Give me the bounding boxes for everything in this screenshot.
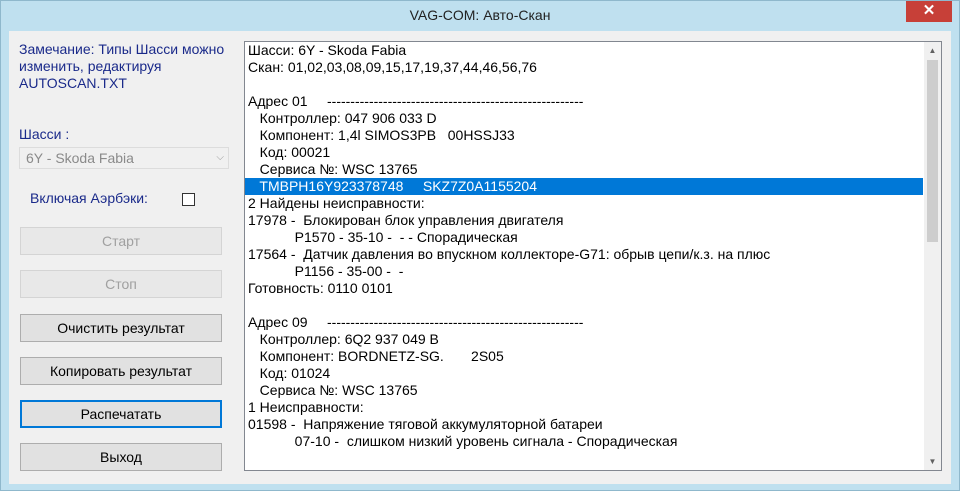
app-window: VAG-COM: Авто-Скан ✕ Замечание: Типы Шас… (0, 0, 960, 491)
clear-results-button[interactable]: Очистить результат (20, 314, 222, 342)
output-line[interactable] (245, 76, 923, 93)
scan-output-textbox[interactable]: Шасси: 6Y - Skoda Fabia Скан: 01,02,03,08… (244, 41, 942, 471)
output-line[interactable] (245, 297, 923, 314)
output-line[interactable]: Компонент: BORDNETZ-SG. 2S05 (245, 348, 923, 365)
airbag-label: Включая Аэрбэки: (30, 190, 148, 206)
airbag-checkbox[interactable] (182, 193, 195, 206)
output-line[interactable]: Сервиса №: WSC 13765 (245, 382, 923, 399)
chassis-note: Замечание: Типы Шасси можно изменить, ре… (19, 41, 225, 91)
chassis-select[interactable]: 6Y - Skoda Fabia ⌵ (19, 147, 229, 169)
output-line[interactable]: Код: 00021 (245, 144, 923, 161)
copy-results-button[interactable]: Копировать результат (20, 357, 222, 385)
output-line[interactable]: Адрес 09 -------------------------------… (245, 314, 923, 331)
scroll-thumb[interactable] (927, 60, 938, 242)
scroll-up-icon[interactable]: ▲ (924, 42, 941, 59)
client-area: Замечание: Типы Шасси можно изменить, ре… (9, 31, 951, 484)
output-line[interactable]: 01598 - Напряжение тяговой аккумуляторно… (245, 416, 923, 433)
output-line[interactable]: Шасси: 6Y - Skoda Fabia (245, 42, 923, 59)
output-line[interactable]: 07-10 - слишком низкий уровень сигнала -… (245, 433, 923, 450)
scan-output-lines: Шасси: 6Y - Skoda Fabia Скан: 01,02,03,08… (245, 42, 923, 450)
output-line[interactable]: P1570 - 35-10 - - - Спорадическая (245, 229, 923, 246)
output-line[interactable]: Готовность: 0110 0101 (245, 280, 923, 297)
output-line[interactable]: Адрес 01 -------------------------------… (245, 93, 923, 110)
output-line[interactable]: 17564 - Датчик давления во впускном колл… (245, 246, 923, 263)
print-button[interactable]: Распечатать (20, 400, 222, 428)
chassis-label: Шасси : (19, 126, 70, 142)
output-line[interactable]: P1156 - 35-00 - - (245, 263, 923, 280)
output-line[interactable]: Код: 01024 (245, 365, 923, 382)
chassis-select-value: 6Y - Skoda Fabia (26, 150, 134, 166)
vertical-scrollbar[interactable]: ▲ ▼ (924, 42, 941, 470)
output-line[interactable]: 1 Неисправности: (245, 399, 923, 416)
output-line[interactable]: Контроллер: 6Q2 937 049 B (245, 331, 923, 348)
output-line[interactable]: 17978 - Блокирован блок управления двига… (245, 212, 923, 229)
close-button[interactable]: ✕ (906, 1, 952, 22)
output-line[interactable]: Скан: 01,02,03,08,09,15,17,19,37,44,46,5… (245, 59, 923, 76)
start-button[interactable]: Старт (20, 227, 222, 255)
output-line[interactable]: 2 Найдены неисправности: (245, 195, 923, 212)
title-bar[interactable]: VAG-COM: Авто-Скан ✕ (1, 1, 959, 31)
chevron-down-icon: ⌵ (216, 152, 224, 163)
output-line[interactable]: Контроллер: 047 906 033 D (245, 110, 923, 127)
output-line[interactable]: Компонент: 1,4l SIMOS3PB 00HSSJ33 (245, 127, 923, 144)
output-line[interactable]: Сервиса №: WSC 13765 (245, 161, 923, 178)
exit-button[interactable]: Выход (20, 443, 222, 471)
stop-button[interactable]: Стоп (20, 270, 222, 298)
window-title: VAG-COM: Авто-Скан (409, 7, 551, 23)
output-line[interactable]: TMBPH16Y923378748 SKZ7Z0A1155204 (245, 178, 923, 195)
scroll-down-icon[interactable]: ▼ (924, 453, 941, 470)
